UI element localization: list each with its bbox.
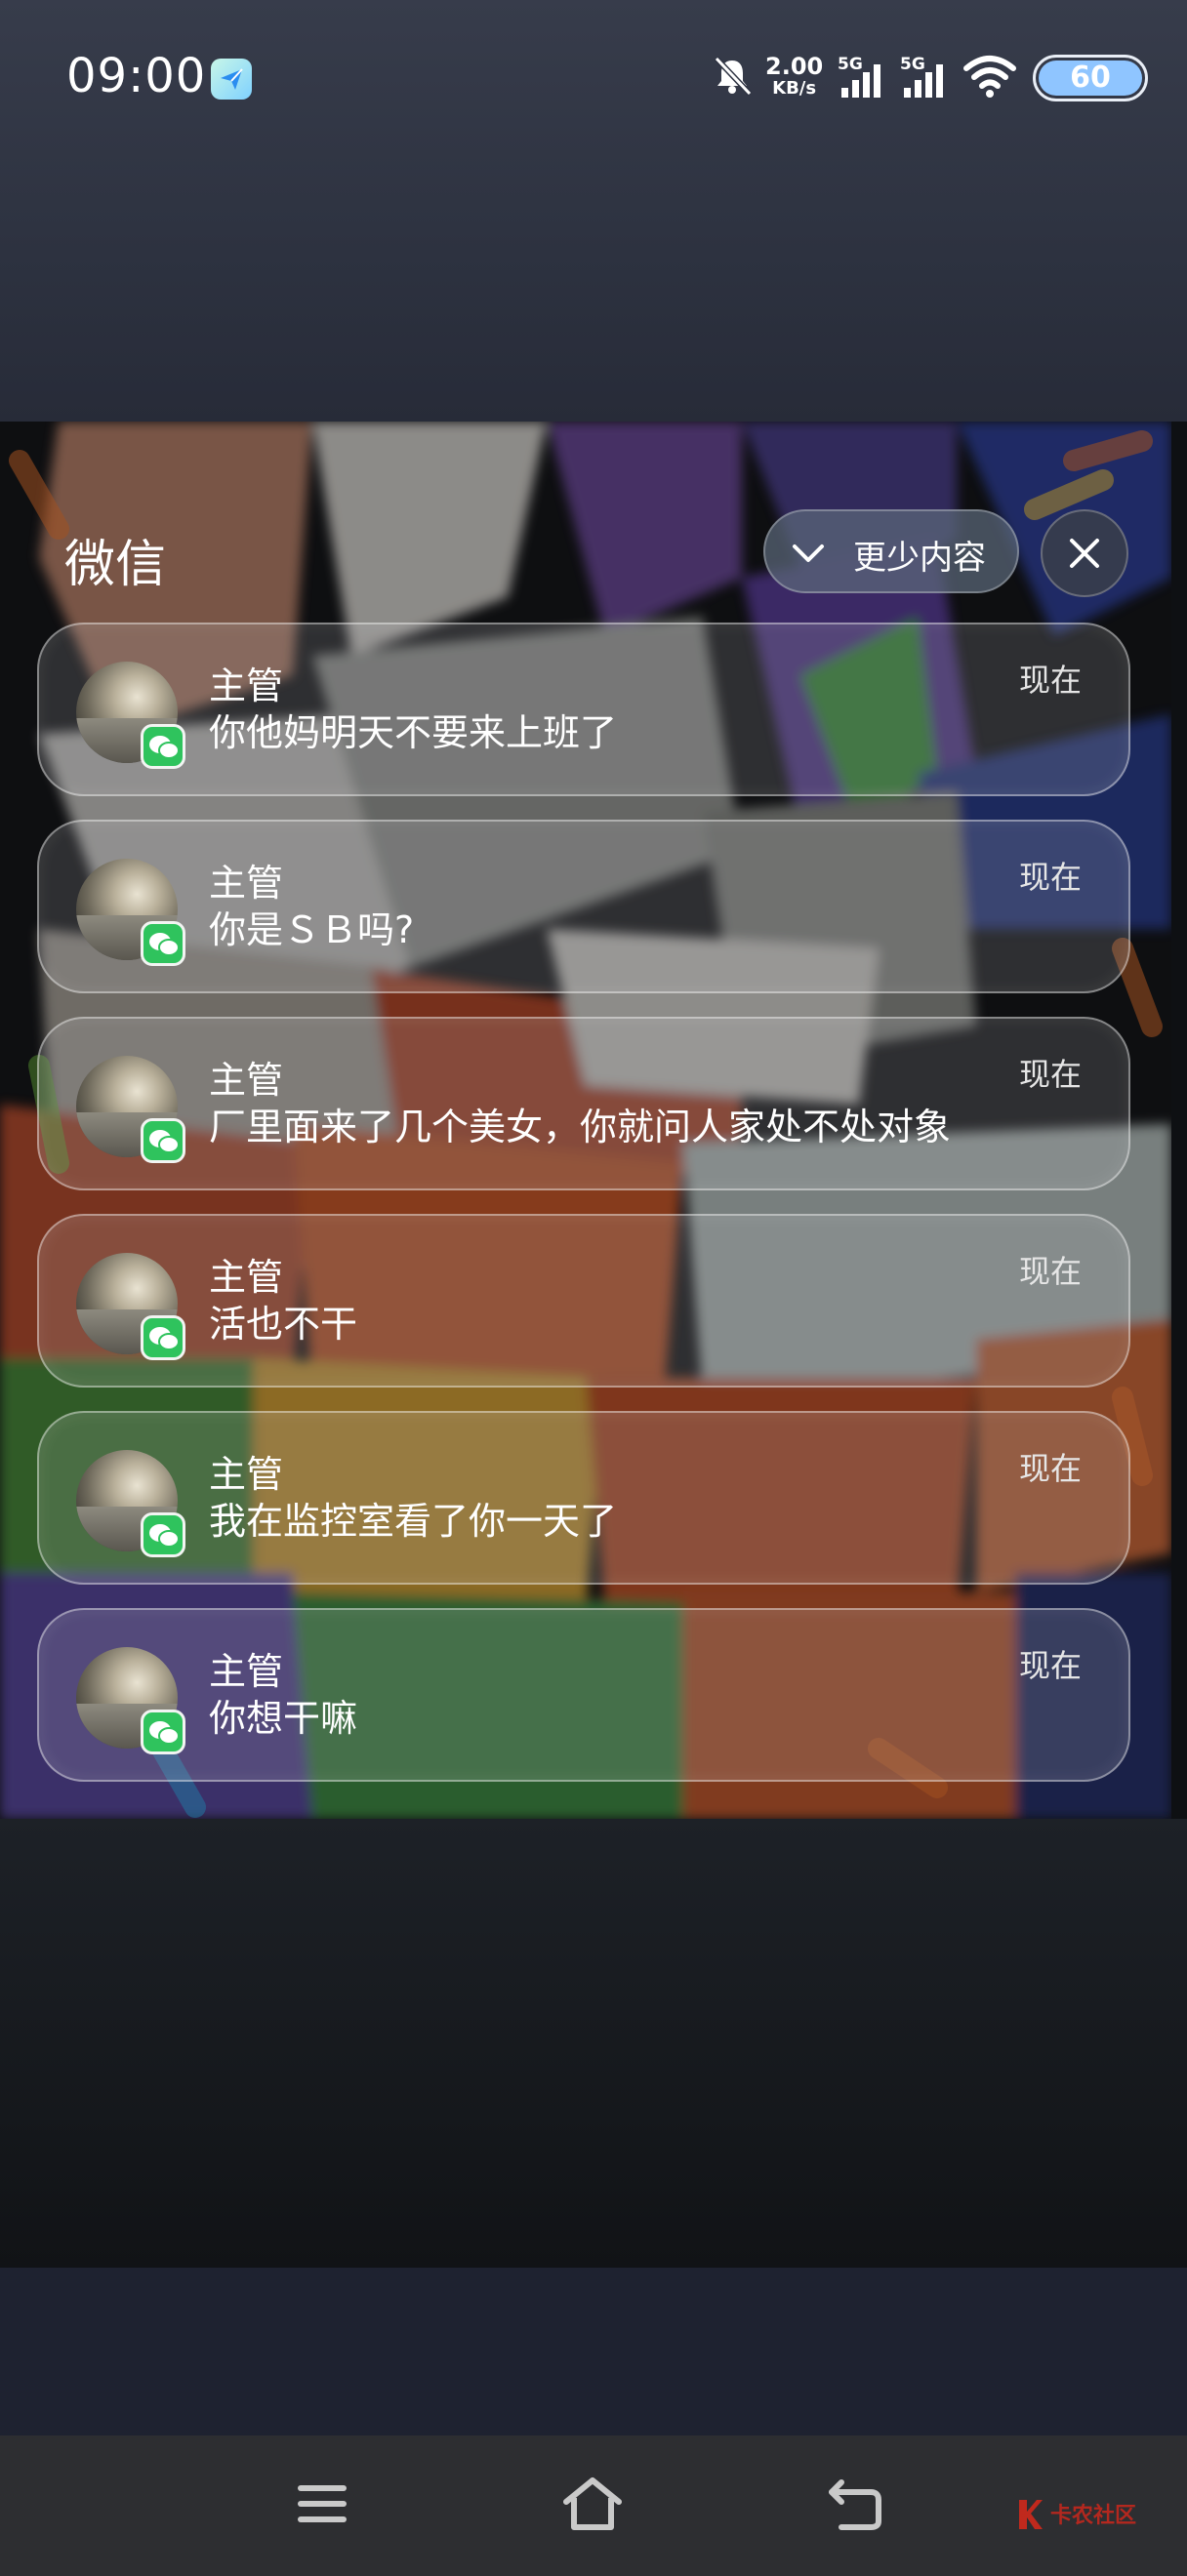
battery-icon: 60 (1033, 55, 1148, 101)
back-icon[interactable] (826, 2475, 884, 2537)
notification-sender: 主管 (209, 1650, 284, 1693)
notification-message: 活也不干 (209, 1303, 358, 1346)
notification-time: 现在 (1018, 662, 1082, 699)
notification-time: 现在 (1018, 859, 1082, 896)
notification-message: 你是ＳＢ吗? (209, 908, 415, 951)
wechat-icon (141, 1512, 185, 1557)
watermark-logo-icon (1019, 2500, 1043, 2529)
notification-time: 现在 (1018, 1253, 1082, 1290)
background-strip (0, 2268, 1187, 2435)
wifi-icon (962, 55, 1017, 103)
notification-message: 我在监控室看了你一天了 (209, 1500, 618, 1543)
app-icon (211, 59, 252, 100)
network-speed-unit: KB/s (772, 78, 817, 99)
chevron-down-icon (793, 544, 824, 562)
notification-message: 你想干嘛 (209, 1697, 358, 1740)
wechat-icon (141, 1118, 185, 1163)
notification-time: 现在 (1018, 1450, 1082, 1487)
wechat-icon (141, 1315, 185, 1360)
navigation-bar (0, 2435, 1187, 2576)
notification-sender: 主管 (209, 862, 284, 905)
home-icon[interactable] (560, 2475, 625, 2537)
watermark: 卡农社区 (1015, 2498, 1136, 2535)
notification-message: 你他妈明天不要来上班了 (209, 711, 618, 754)
wechat-icon (141, 921, 185, 966)
close-icon (1070, 539, 1099, 568)
watermark-text: 卡农社区 (1050, 2504, 1137, 2528)
notification-sender: 主管 (209, 1059, 284, 1102)
notification-sender: 主管 (209, 664, 284, 707)
notification-card[interactable]: 主管 你是ＳＢ吗? 现在 (37, 820, 1130, 993)
notification-card[interactable]: 主管 我在监控室看了你一天了 现在 (37, 1411, 1130, 1585)
notification-message: 厂里面来了几个美女，你就问人家处不处对象 (209, 1106, 952, 1148)
background-area (0, 1819, 1187, 2268)
notification-sender: 主管 (209, 1453, 284, 1496)
notification-card[interactable]: 主管 你他妈明天不要来上班了 现在 (37, 623, 1130, 796)
wechat-icon (141, 724, 185, 769)
wechat-icon (141, 1710, 185, 1754)
notification-time: 现在 (1018, 1056, 1082, 1093)
status-bar: 09:00 2.00 KB/s 5G 5G 60 (0, 0, 1187, 156)
menu-icon[interactable] (293, 2475, 351, 2537)
dismiss-group-button[interactable] (1041, 509, 1128, 597)
show-less-button[interactable]: 更少内容 (763, 509, 1019, 593)
battery-level: 60 (1039, 60, 1142, 96)
notification-card[interactable]: 主管 活也不干 现在 (37, 1214, 1130, 1388)
app-group-title: 微信 (64, 536, 167, 594)
notification-card[interactable]: 主管 你想干嘛 现在 (37, 1608, 1130, 1782)
mute-icon (711, 55, 754, 101)
notification-panel: 微信 更少内容 主管 你他妈明天不要来上班了 现在 主管 你是ＳＢ吗? 现在 主… (0, 422, 1171, 1819)
network-speed-value: 2.00 (765, 53, 824, 80)
network-speed: 2.00 KB/s (765, 55, 823, 98)
notification-card[interactable]: 主管 厂里面来了几个美女，你就问人家处不处对象 现在 (37, 1017, 1130, 1190)
notification-sender: 主管 (209, 1256, 284, 1299)
notification-time: 现在 (1018, 1647, 1082, 1684)
clock: 09:00 (66, 49, 207, 103)
show-less-label: 更少内容 (853, 539, 986, 578)
